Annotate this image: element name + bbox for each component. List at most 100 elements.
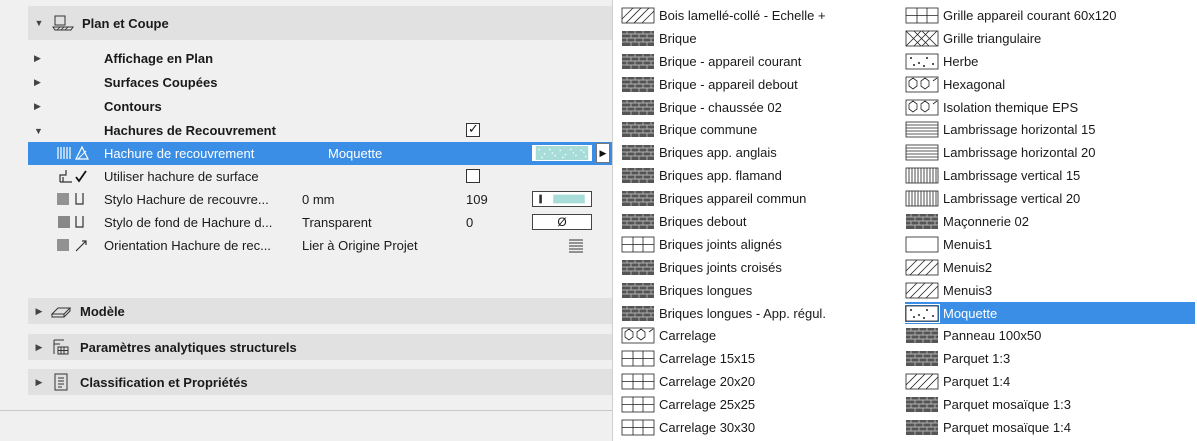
- option-carrelage-20x20[interactable]: Carrelage 20x20: [621, 370, 911, 393]
- row-hachure-de-recouvrement[interactable]: Hachure de recouvrement Moquette ▶: [28, 142, 612, 165]
- option-parquet-1-4[interactable]: Parquet 1:4: [905, 370, 1195, 393]
- option-label: Briques appareil commun: [659, 191, 807, 207]
- fill-pattern-icon: [621, 419, 655, 436]
- orientation-icon: [57, 239, 87, 252]
- option-parquet-mosaique-1-3[interactable]: Parquet mosaïque 1:3: [905, 393, 1195, 416]
- option-grille-triangulaire[interactable]: Grille triangulaire: [905, 27, 1195, 50]
- option-herbe[interactable]: Herbe: [905, 50, 1195, 73]
- fill-pattern-icon: [622, 53, 654, 69]
- row-stylo-de-fond[interactable]: Stylo de fond de Hachure d... Transparen…: [28, 211, 612, 234]
- section-classification[interactable]: ▶ Classification et Propriétés: [28, 369, 612, 395]
- transparent-swatch[interactable]: Ø: [532, 214, 592, 230]
- option-label: Brique - appareil debout: [659, 76, 798, 92]
- option-label: Briques longues - App. régul.: [659, 305, 826, 321]
- option-brique-appareil-debout[interactable]: Brique - appareil debout: [621, 73, 911, 96]
- property-name: Orientation Hachure de rec...: [104, 238, 271, 253]
- option-carrelage[interactable]: Carrelage: [621, 324, 911, 347]
- option-menuis2[interactable]: Menuis2: [905, 256, 1195, 279]
- fill-pattern-icon: [622, 305, 654, 321]
- fill-pattern-icon: [621, 373, 655, 390]
- option-briques-joints-alignes[interactable]: Briques joints alignés: [621, 233, 911, 256]
- option-label: Lambrissage horizontal 20: [943, 145, 1096, 161]
- option-lambrissage-vertical-15[interactable]: Lambrissage vertical 15: [905, 164, 1195, 187]
- hachures-enable-checkbox[interactable]: [466, 121, 480, 137]
- subsection-hachures-de-recouvrement[interactable]: ▼ Hachures de Recouvrement: [28, 119, 612, 142]
- structural-icon: [53, 339, 69, 355]
- option-briques-joints-croises[interactable]: Briques joints croisés: [621, 256, 911, 279]
- surface-fill-checkbox[interactable]: [466, 169, 480, 183]
- option-menuis3[interactable]: Menuis3: [905, 279, 1195, 302]
- pen-icon: [57, 193, 84, 205]
- fill-pattern-icon: [904, 303, 940, 323]
- option-label: Parquet mosaïque 1:4: [943, 419, 1071, 435]
- property-name: Hachure de recouvrement: [104, 146, 255, 161]
- surface-fill-icon: [59, 170, 87, 183]
- expand-triangle-icon[interactable]: ▶: [34, 53, 41, 64]
- option-maconnerie-02[interactable]: Maçonnerie 02: [905, 210, 1195, 233]
- option-briques-longues-app-regul[interactable]: Briques longues - App. régul.: [621, 302, 911, 325]
- option-carrelage-15x15[interactable]: Carrelage 15x15: [621, 347, 911, 370]
- subsection-contours[interactable]: ▶ Contours: [28, 95, 612, 118]
- option-label: Menuis1: [943, 236, 993, 252]
- subsection-affichage-en-plan[interactable]: ▶ Affichage en Plan: [28, 47, 612, 70]
- option-label: Lambrissage vertical 20: [943, 191, 1081, 207]
- subsection-surfaces-coupees[interactable]: ▶ Surfaces Coupées: [28, 71, 612, 94]
- option-briques-app-flamand[interactable]: Briques app. flamand: [621, 164, 911, 187]
- property-value: Transparent: [302, 215, 372, 230]
- fill-pattern-icon: [906, 419, 938, 435]
- option-carrelage-30x30[interactable]: Carrelage 30x30: [621, 416, 911, 439]
- pen-color-swatch[interactable]: [532, 191, 592, 207]
- option-brique[interactable]: Brique: [621, 27, 911, 50]
- option-briques-appareil-commun[interactable]: Briques appareil commun: [621, 187, 911, 210]
- expand-triangle-icon[interactable]: ▶: [34, 77, 41, 88]
- property-name: Utiliser hachure de surface: [104, 169, 259, 184]
- fill-pattern-icon: [622, 168, 654, 184]
- option-moquette[interactable]: Moquette: [904, 301, 1195, 325]
- option-menuis1[interactable]: Menuis1: [905, 233, 1195, 256]
- fill-pattern-icon: [622, 259, 654, 275]
- expand-triangle-icon[interactable]: ▶: [30, 377, 48, 388]
- option-label: Carrelage 20x20: [659, 374, 756, 390]
- option-label: Briques app. anglais: [659, 145, 777, 161]
- expand-triangle-icon[interactable]: ▶: [34, 101, 41, 112]
- section-plan-et-coupe[interactable]: ▼ Plan et Coupe: [28, 6, 612, 40]
- fill-pattern-icon: [622, 282, 654, 298]
- fill-preview-swatch[interactable]: [532, 145, 592, 161]
- option-isolation-themique-eps[interactable]: Isolation themique EPS: [905, 96, 1195, 119]
- option-bois-lamelle-colle-echelle[interactable]: Bois lamellé-collé - Echelle +: [621, 4, 911, 27]
- option-panneau-100x50[interactable]: Panneau 100x50: [905, 324, 1195, 347]
- option-label: Carrelage: [659, 328, 717, 344]
- collapse-triangle-icon[interactable]: ▼: [34, 126, 43, 136]
- option-lambrissage-horizontal-15[interactable]: Lambrissage horizontal 15: [905, 118, 1195, 141]
- fill-type-dropdown[interactable]: Bois lamellé-collé - Echelle + Brique Briq…: [612, 0, 1197, 441]
- option-lambrissage-horizontal-20[interactable]: Lambrissage horizontal 20: [905, 141, 1195, 164]
- collapse-triangle-icon[interactable]: ▼: [30, 18, 48, 28]
- option-parquet-1-3[interactable]: Parquet 1:3: [905, 347, 1195, 370]
- option-briques-app-anglais[interactable]: Briques app. anglais: [621, 141, 911, 164]
- option-briques-debout[interactable]: Briques debout: [621, 210, 911, 233]
- option-brique-appareil-courant[interactable]: Brique - appareil courant: [621, 50, 911, 73]
- expand-triangle-icon[interactable]: ▶: [30, 342, 48, 353]
- option-grille-appareil-courant-60x120[interactable]: Grille appareil courant 60x120: [905, 4, 1195, 27]
- section-parametres-analytiques[interactable]: ▶ Paramètres analytiques structurels: [28, 334, 612, 360]
- option-label: Carrelage 25x25: [659, 397, 756, 413]
- row-stylo-hachure[interactable]: Stylo Hachure de recouvre... 0 mm 109: [28, 188, 612, 211]
- option-carrelage-25x25[interactable]: Carrelage 25x25: [621, 393, 911, 416]
- hatch-lines-icon[interactable]: [568, 237, 584, 253]
- dropdown-arrow-button[interactable]: ▶: [596, 143, 610, 163]
- option-parquet-mosaique-1-4[interactable]: Parquet mosaïque 1:4: [905, 416, 1195, 439]
- option-hexagonal[interactable]: Hexagonal: [905, 73, 1195, 96]
- row-utiliser-hachure-de-surface[interactable]: Utiliser hachure de surface: [28, 165, 612, 188]
- option-lambrissage-vertical-20[interactable]: Lambrissage vertical 20: [905, 187, 1195, 210]
- option-brique-commune[interactable]: Brique commune: [621, 118, 911, 141]
- expand-triangle-icon[interactable]: ▶: [30, 306, 48, 317]
- fill-pattern-icon: [621, 396, 655, 413]
- option-label: Parquet 1:4: [943, 374, 1011, 390]
- row-orientation-hachure[interactable]: Orientation Hachure de rec... Lier à Ori…: [28, 234, 612, 257]
- fill-pattern-icon: [905, 236, 939, 253]
- fill-pattern-icon: [905, 190, 939, 207]
- section-modele[interactable]: ▶ Modèle: [28, 298, 612, 324]
- property-value: 0 mm: [302, 192, 335, 207]
- option-briques-longues[interactable]: Briques longues: [621, 279, 911, 302]
- option-brique-chaussee-02[interactable]: Brique - chaussée 02: [621, 96, 911, 119]
